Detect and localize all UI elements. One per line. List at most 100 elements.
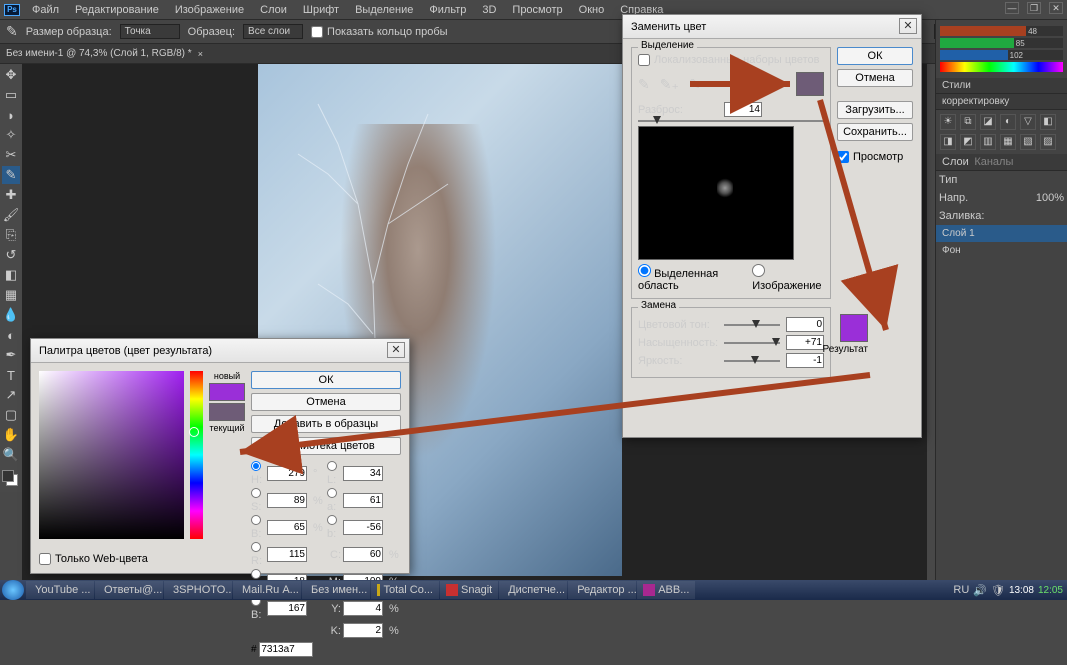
dialog-title[interactable]: Палитра цветов (цвет результата) — [31, 339, 409, 363]
add-swatch-button[interactable]: Добавить в образцы — [251, 415, 401, 433]
clock[interactable]: 13:08 — [1009, 585, 1034, 596]
eyedropper-tool-icon[interactable]: ✎ — [2, 166, 20, 184]
adj-hue-icon[interactable]: ◧ — [1040, 114, 1056, 130]
y-input[interactable] — [343, 601, 383, 616]
hue-strip[interactable] — [190, 371, 203, 539]
adj-mixer-icon[interactable]: ▥ — [980, 134, 996, 150]
dialog-close-button[interactable]: ✕ — [899, 18, 917, 34]
a-radio[interactable]: a: — [327, 488, 341, 513]
brush-tool-icon[interactable]: 🖌 — [2, 206, 20, 224]
eyedropper-plus-icon[interactable]: ✎₊ — [660, 76, 679, 93]
document-tab[interactable]: Без имени-1 @ 74,3% (Слой 1, RGB/8) * — [6, 48, 192, 59]
cancel-button[interactable]: Отмена — [837, 69, 913, 87]
restore-button[interactable]: ❐ — [1027, 2, 1041, 14]
taskbar-item[interactable]: Диспетче... — [499, 581, 567, 599]
layer-row[interactable]: Фон — [936, 242, 1067, 259]
lasso-tool-icon[interactable]: ◗ — [2, 106, 20, 124]
menu-window[interactable]: Окно — [571, 4, 613, 16]
dialog-title[interactable]: Заменить цвет — [623, 15, 921, 39]
menu-select[interactable]: Выделение — [347, 4, 421, 16]
adj-exposure-icon[interactable]: ◐ — [1000, 114, 1016, 130]
taskbar-item[interactable]: Mail.Ru А... — [233, 581, 301, 599]
crop-tool-icon[interactable]: ✂ — [2, 146, 20, 164]
fg-bg-swatch[interactable] — [2, 470, 18, 486]
radio-image[interactable]: Изображение — [752, 264, 824, 292]
language-indicator[interactable]: RU — [953, 584, 969, 596]
sat-input[interactable] — [786, 335, 824, 350]
b-radio[interactable]: B: — [251, 515, 265, 540]
tray-icon[interactable]: 🛡 — [991, 584, 1005, 597]
taskbar-item[interactable]: Редактор ... — [568, 581, 636, 599]
eyedropper-minus-icon[interactable]: ✎₋ — [689, 76, 708, 93]
ok-button[interactable]: ОК — [251, 371, 401, 389]
adjust-panel-tab[interactable]: корректировку — [936, 94, 1067, 110]
hand-tool-icon[interactable]: ✋ — [2, 426, 20, 444]
r-radio[interactable]: R: — [251, 542, 265, 567]
hue-input[interactable] — [786, 317, 824, 332]
s-input[interactable] — [267, 493, 307, 508]
ring-checkbox[interactable]: Показать кольцо пробы — [311, 26, 448, 38]
adj-poster-icon[interactable]: ▨ — [1040, 134, 1056, 150]
h-input[interactable] — [267, 466, 307, 481]
stamp-tool-icon[interactable]: ⎘ — [2, 226, 20, 244]
adj-brightness-icon[interactable]: ☀ — [940, 114, 956, 130]
layer-row[interactable]: Слой 1 — [936, 225, 1067, 242]
eyedropper-icon[interactable]: ✎ — [638, 76, 650, 93]
move-tool-icon[interactable]: ✥ — [2, 66, 20, 84]
bb-input[interactable] — [267, 601, 307, 616]
fuzziness-input[interactable] — [724, 102, 762, 117]
a-input[interactable] — [343, 493, 383, 508]
light-slider[interactable] — [724, 360, 780, 362]
preview-checkbox[interactable]: Просмотр — [837, 151, 913, 163]
b2-input[interactable] — [343, 520, 383, 535]
adj-bw-icon[interactable]: ◨ — [940, 134, 956, 150]
menu-3d[interactable]: 3D — [474, 4, 504, 16]
s-radio[interactable]: S: — [251, 488, 265, 513]
sample-layer-dropdown[interactable]: Все слои — [243, 24, 303, 39]
dodge-tool-icon[interactable]: ◐ — [2, 326, 20, 344]
taskbar-item[interactable]: Total Co... — [371, 581, 439, 599]
load-button[interactable]: Загрузить... — [837, 101, 913, 119]
radio-selection[interactable]: Выделенная область — [638, 264, 742, 292]
l-input[interactable] — [343, 466, 383, 481]
taskbar-item[interactable]: Ответы@... — [95, 581, 163, 599]
result-color-swatch[interactable] — [840, 314, 868, 342]
adj-vibrance-icon[interactable]: ▽ — [1020, 114, 1036, 130]
eraser-tool-icon[interactable]: ◧ — [2, 266, 20, 284]
taskbar-item[interactable]: Без имен... — [302, 581, 370, 599]
taskbar-item[interactable]: YouTube ... — [26, 581, 94, 599]
b2-radio[interactable]: b: — [327, 515, 341, 540]
hex-input[interactable] — [259, 642, 313, 657]
menu-edit[interactable]: Редактирование — [67, 4, 167, 16]
menu-file[interactable]: Файл — [24, 4, 67, 16]
adj-photo-icon[interactable]: ◩ — [960, 134, 976, 150]
zoom-tool-icon[interactable]: 🔍 — [2, 446, 20, 464]
history-brush-icon[interactable]: ↺ — [2, 246, 20, 264]
color-field[interactable] — [39, 371, 184, 539]
menu-layers[interactable]: Слои — [252, 4, 295, 16]
sat-slider[interactable] — [724, 342, 780, 344]
min-button[interactable]: — — [1005, 2, 1019, 14]
heal-tool-icon[interactable]: ✚ — [2, 186, 20, 204]
adj-levels-icon[interactable]: ⧉ — [960, 114, 976, 130]
k-input[interactable] — [343, 623, 383, 638]
type-tool-icon[interactable]: T — [2, 366, 20, 384]
sample-size-dropdown[interactable]: Точка — [120, 24, 180, 39]
c-input[interactable] — [343, 547, 383, 562]
taskbar-item[interactable]: АВВ... — [637, 581, 695, 599]
gradient-tool-icon[interactable]: ▦ — [2, 286, 20, 304]
tray-icon[interactable]: 🔊 — [973, 584, 987, 597]
menu-filter[interactable]: Фильтр — [421, 4, 474, 16]
close-button[interactable]: ✕ — [1049, 2, 1063, 14]
web-only-checkbox[interactable]: Только Web-цвета — [39, 553, 148, 565]
light-input[interactable] — [786, 353, 824, 368]
layers-panel-tab[interactable]: Слои Каналы — [936, 154, 1067, 171]
menu-type[interactable]: Шрифт — [295, 4, 347, 16]
hue-slider[interactable] — [724, 324, 780, 326]
save-button[interactable]: Сохранить... — [837, 123, 913, 141]
pen-tool-icon[interactable]: ✒ — [2, 346, 20, 364]
start-button[interactable] — [2, 580, 24, 600]
shape-tool-icon[interactable]: ▢ — [2, 406, 20, 424]
source-color-swatch[interactable] — [796, 72, 824, 96]
adj-curves-icon[interactable]: ◪ — [980, 114, 996, 130]
